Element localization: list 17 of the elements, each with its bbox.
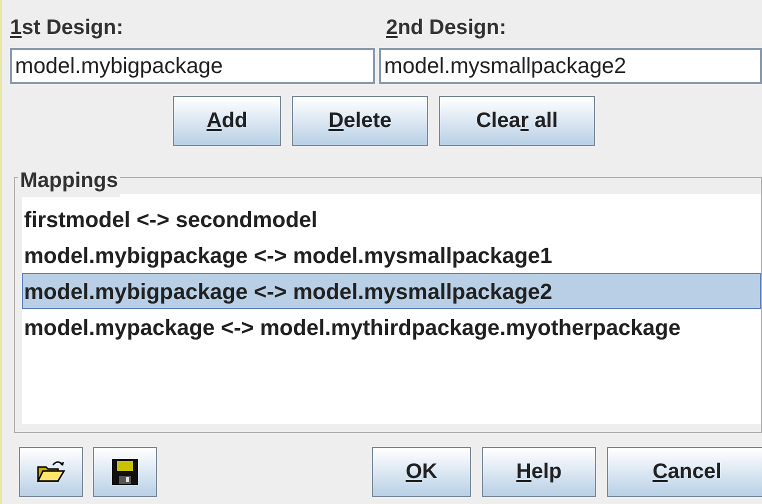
folder-icon (36, 459, 66, 485)
field-label: 2nd Design: (386, 15, 506, 42)
list-item[interactable]: model.mybigpackage <-> model.mysmallpackage1 (22, 237, 761, 273)
dialog-button[interactable]: OK (372, 447, 471, 497)
action-button[interactable]: Clear all (439, 96, 595, 146)
dialog-button[interactable]: Help (482, 447, 596, 497)
action-button[interactable]: Delete (292, 96, 428, 146)
text-field[interactable]: model.mybigpackage (10, 48, 376, 84)
list-item[interactable]: model.mybigpackage <-> model.mysmallpackage2 (22, 273, 761, 309)
field-label: 1st Design: (10, 15, 124, 42)
list-item[interactable]: firstmodel <-> secondmodel (22, 201, 761, 237)
text-field[interactable]: model.mysmallpackage2 (379, 48, 762, 84)
open-folder-button[interactable] (19, 447, 83, 497)
dialog-button[interactable]: Cancel (607, 447, 762, 497)
save-button[interactable] (93, 447, 157, 497)
list-item[interactable]: model.mypackage <-> model.mythirdpackage.myotherpackage (22, 309, 761, 345)
action-button[interactable]: Add (173, 96, 281, 146)
